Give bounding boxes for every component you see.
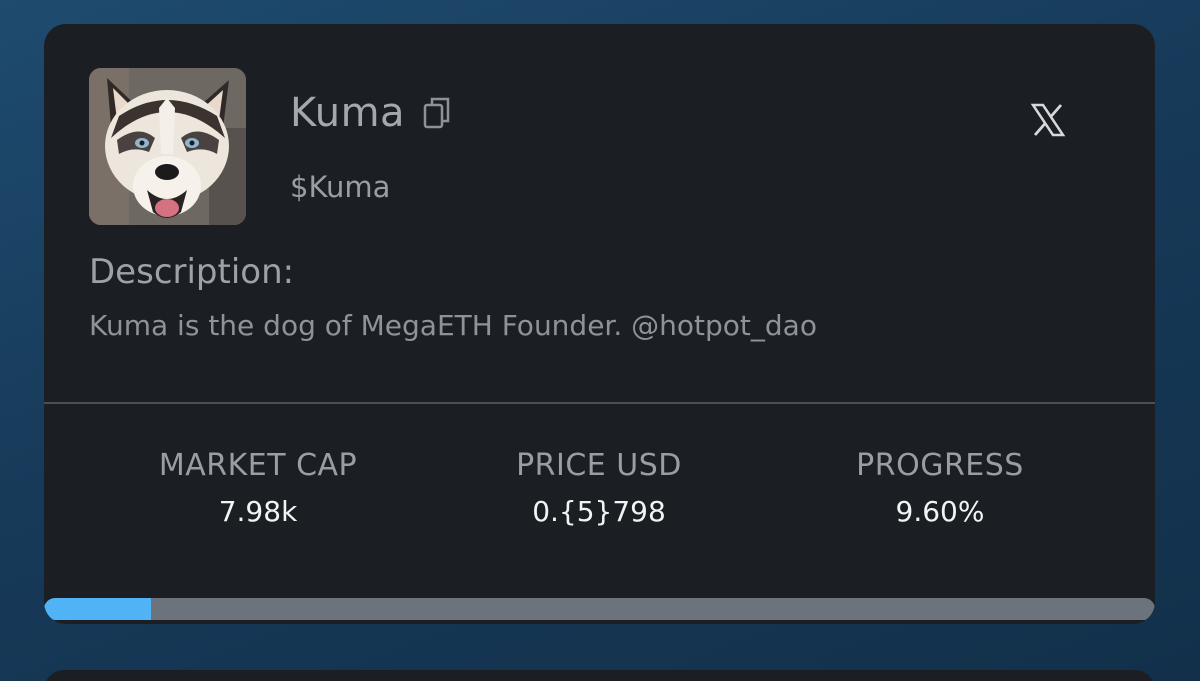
stat-label: PRICE USD [516, 448, 682, 483]
token-name-row: Kuma [290, 90, 451, 136]
stat-label: MARKET CAP [158, 448, 358, 483]
x-icon[interactable] [1030, 102, 1066, 138]
progress-bar [44, 598, 1155, 620]
token-card[interactable]: Kuma $Kuma Description: Kuma is the dog … [44, 24, 1155, 624]
stat-label: PROGRESS [856, 448, 1024, 483]
description-heading: Description: [89, 252, 295, 292]
husky-image [89, 68, 246, 225]
stat-market-cap: MARKET CAP 7.98k [88, 448, 428, 528]
token-ticker: $Kuma [290, 170, 391, 204]
token-avatar [89, 68, 246, 225]
stat-value: 9.60% [895, 495, 985, 528]
next-token-card[interactable] [44, 670, 1155, 681]
stat-value: 7.98k [218, 495, 298, 528]
stats-row: MARKET CAP 7.98k PRICE USD 0.{5}798 PROG… [44, 448, 1155, 548]
progress-bar-fill [44, 598, 151, 620]
stat-price-usd: PRICE USD 0.{5}798 [429, 448, 769, 528]
stat-value: 0.{5}798 [532, 495, 666, 528]
description-text: Kuma is the dog of MegaETH Founder. @hot… [89, 309, 817, 342]
card-divider [44, 402, 1155, 404]
token-name: Kuma [290, 90, 406, 136]
copy-icon[interactable] [423, 96, 451, 130]
stat-progress: PROGRESS 9.60% [770, 448, 1110, 528]
